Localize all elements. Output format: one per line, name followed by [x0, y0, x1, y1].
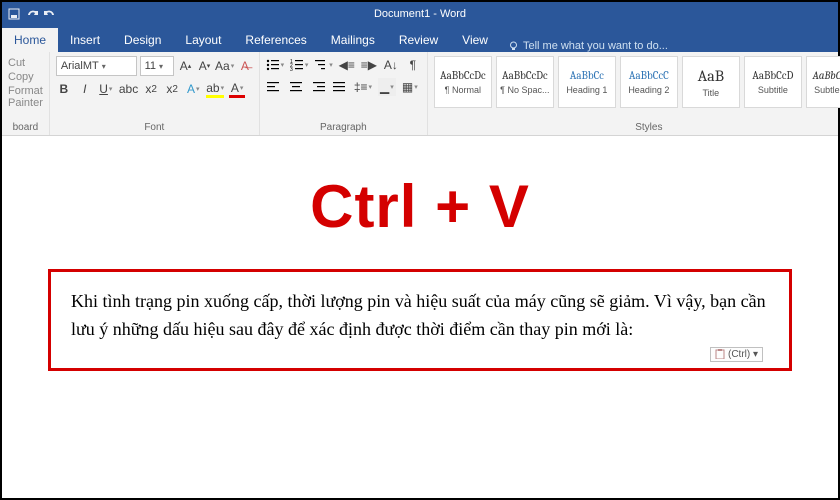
grow-font-button[interactable]: A▴ [177, 57, 193, 75]
justify-button[interactable] [332, 78, 348, 96]
align-center-icon [289, 80, 303, 94]
group-label-paragraph: Paragraph [266, 120, 421, 133]
align-center-button[interactable] [288, 78, 304, 96]
group-clipboard: Cut Copy Format Painter board [2, 52, 50, 135]
copy-button[interactable]: Copy [8, 70, 43, 84]
align-left-icon [267, 80, 281, 94]
format-painter-button[interactable]: Format Painter [8, 84, 43, 110]
tab-view[interactable]: View [450, 28, 500, 52]
style-subtitle[interactable]: AaBbCcDSubtitle [744, 56, 802, 108]
smarttag-label: (Ctrl) ▾ [728, 349, 758, 360]
quick-access-toolbar [8, 8, 56, 20]
line-spacing-button[interactable]: ‡≡▾ [354, 78, 372, 96]
shading-button[interactable]: ▁▾ [378, 78, 396, 96]
shrink-font-button[interactable]: A▾ [196, 57, 212, 75]
tab-insert[interactable]: Insert [58, 28, 112, 52]
tell-me[interactable]: Tell me what you want to do... [500, 40, 668, 52]
increase-indent-button[interactable]: ≡▶ [361, 56, 377, 74]
style-heading1[interactable]: AaBbCcHeading 1 [558, 56, 616, 108]
multilevel-icon [314, 58, 328, 72]
font-size-select[interactable]: 11▾ [140, 56, 175, 76]
tab-layout[interactable]: Layout [173, 28, 233, 52]
superscript-button[interactable]: x2 [164, 80, 180, 98]
align-right-icon [311, 80, 325, 94]
style-nospacing[interactable]: AaBbCcDc¶ No Spac... [496, 56, 554, 108]
style-normal[interactable]: AaBbCcDc¶ Normal [434, 56, 492, 108]
pasted-text[interactable]: Khi tình trạng pin xuống cấp, thời lượng… [71, 288, 769, 344]
decrease-indent-button[interactable]: ◀≡ [339, 56, 355, 74]
text-effects-button[interactable]: A▾ [185, 80, 201, 98]
borders-button[interactable]: ▦▾ [402, 78, 418, 96]
group-label-clipboard: board [8, 120, 43, 133]
multilevel-button[interactable]: ▾ [314, 56, 332, 74]
group-label-styles: Styles [434, 120, 840, 133]
tab-review[interactable]: Review [387, 28, 450, 52]
styles-gallery[interactable]: AaBbCcDc¶ Normal AaBbCcDc¶ No Spac... Aa… [434, 56, 840, 108]
strike-button[interactable]: abc [119, 80, 138, 98]
change-case-button[interactable]: Aa▾ [215, 57, 233, 75]
italic-button[interactable]: I [77, 80, 93, 98]
undo-icon[interactable] [26, 8, 38, 20]
clear-formatting-button[interactable]: A̶ [237, 57, 253, 75]
highlight-button[interactable]: ab▾ [206, 80, 224, 98]
shortcut-overlay: Ctrl + V [42, 172, 798, 241]
bold-button[interactable]: B [56, 80, 72, 98]
justify-icon [333, 80, 347, 94]
align-right-button[interactable] [310, 78, 326, 96]
document-title: Document1 - Word [56, 8, 784, 20]
group-paragraph: ▾ 123▾ ▾ ◀≡ ≡▶ A↓ ¶ ‡≡▾ ▁▾ ▦▾ Paragraph [260, 52, 428, 135]
group-font: ArialMT▾ 11▾ A▴ A▾ Aa▾ A̶ B I U▾ abc x2 … [50, 52, 260, 135]
ribbon: Cut Copy Format Painter board ArialMT▾ 1… [2, 52, 838, 136]
svg-text:3: 3 [290, 67, 293, 72]
cut-button[interactable]: Cut [8, 56, 43, 70]
ribbon-tabs: Home Insert Design Layout References Mai… [2, 26, 838, 52]
subscript-button[interactable]: x2 [143, 80, 159, 98]
tab-home[interactable]: Home [2, 28, 58, 52]
font-color-button[interactable]: A▾ [229, 80, 245, 98]
tab-mailings[interactable]: Mailings [319, 28, 387, 52]
bulb-icon [508, 41, 519, 52]
redo-icon[interactable] [44, 8, 56, 20]
group-label-font: Font [56, 120, 253, 133]
style-subtle-em[interactable]: AaBbCcDcSubtle Em [806, 56, 840, 108]
numbering-icon: 123 [290, 58, 304, 72]
document-area[interactable]: Ctrl + V Khi tình trạng pin xuống cấp, t… [2, 136, 838, 371]
show-marks-button[interactable]: ¶ [405, 56, 421, 74]
tab-design[interactable]: Design [112, 28, 173, 52]
tell-me-label: Tell me what you want to do... [523, 40, 668, 52]
title-bar: Document1 - Word [2, 2, 838, 26]
bullets-icon [266, 58, 280, 72]
align-left-button[interactable] [266, 78, 282, 96]
highlight-box: Khi tình trạng pin xuống cấp, thời lượng… [48, 269, 792, 371]
style-title[interactable]: AaBTitle [682, 56, 740, 108]
bullets-button[interactable]: ▾ [266, 56, 284, 74]
group-styles: AaBbCcDc¶ Normal AaBbCcDc¶ No Spac... Aa… [428, 52, 840, 135]
underline-button[interactable]: U▾ [98, 80, 114, 98]
sort-button[interactable]: A↓ [383, 56, 399, 74]
save-icon[interactable] [8, 8, 20, 20]
style-heading2[interactable]: AaBbCcCHeading 2 [620, 56, 678, 108]
clipboard-icon [715, 349, 725, 359]
tab-references[interactable]: References [233, 28, 318, 52]
paste-options-smarttag[interactable]: (Ctrl) ▾ [710, 347, 763, 362]
numbering-button[interactable]: 123▾ [290, 56, 308, 74]
font-name-select[interactable]: ArialMT▾ [56, 56, 137, 76]
